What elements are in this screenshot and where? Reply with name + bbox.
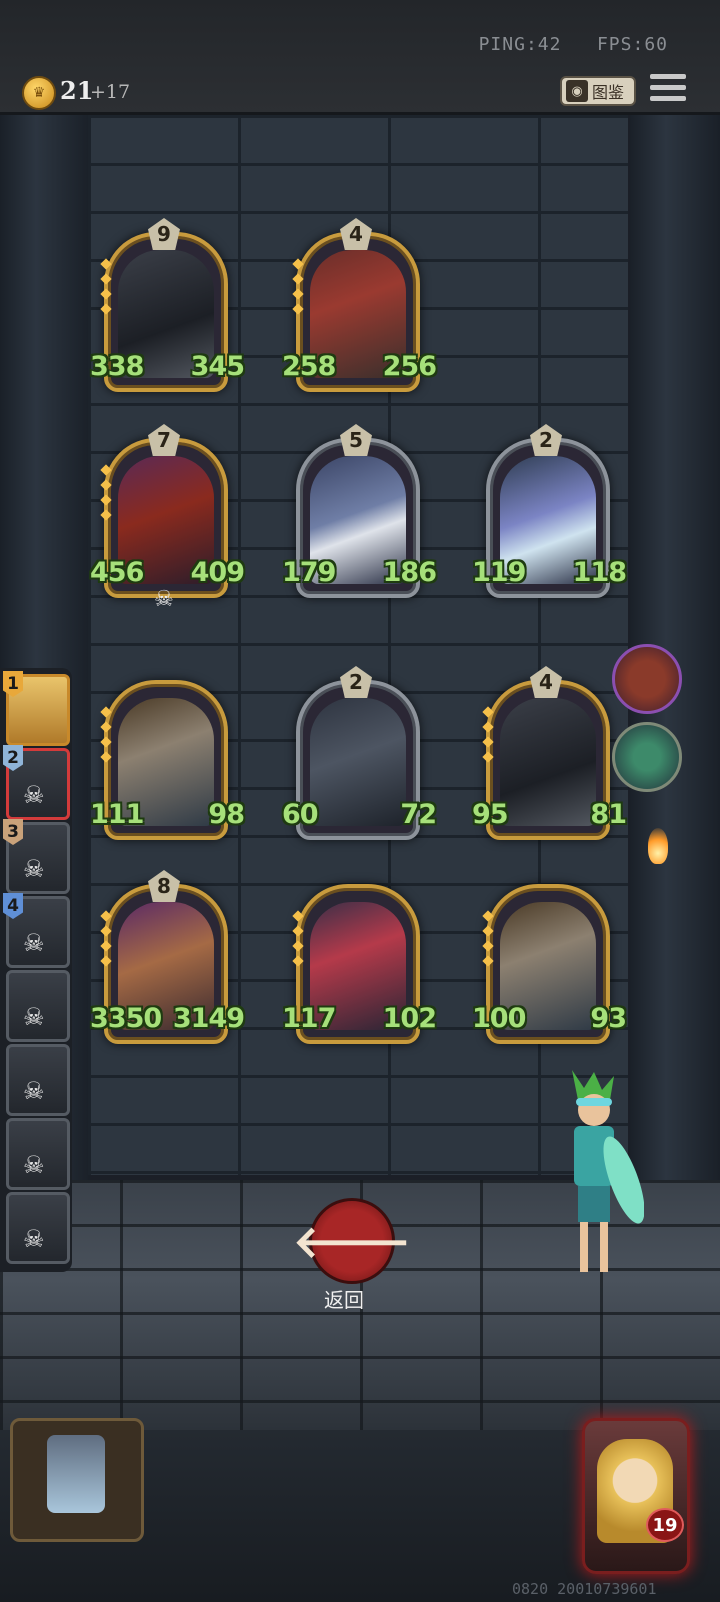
gold-amount: 21	[60, 76, 94, 105]
minion-attack: 338	[90, 351, 144, 382]
minion-card[interactable]: 117 102	[282, 884, 437, 1044]
book-icon: ◉	[566, 80, 588, 102]
player-slot[interactable]: ☠	[6, 1192, 70, 1264]
player-slot[interactable]: ☠ 3	[3, 819, 70, 894]
player-rank-badge: 4	[3, 893, 23, 919]
hero-health-badge: 19	[646, 1508, 684, 1542]
skull-icon: ☠	[23, 1003, 45, 1031]
minion-attack: 95	[472, 799, 509, 830]
minion-card[interactable]: 111 98	[90, 680, 245, 840]
minion-card[interactable]: 7 456 409 ☠	[90, 424, 245, 612]
minion-attack: 100	[472, 1003, 526, 1034]
minion-attack: 258	[282, 351, 336, 382]
golden-pips-icon	[100, 910, 112, 972]
ping-text: PING:42	[478, 34, 562, 55]
skull-icon: ☠	[23, 929, 45, 957]
player-slot[interactable]: ☠	[6, 1118, 70, 1190]
minion-art	[500, 698, 596, 826]
minion-card[interactable]: 8 3350 3149	[90, 870, 245, 1044]
minion-card[interactable]: 2 119 118	[472, 424, 627, 598]
hero-portrait[interactable]	[582, 1418, 690, 1574]
minion-attack: 111	[90, 799, 144, 830]
golden-pips-icon	[482, 910, 494, 972]
minion-card[interactable]: 2 60 72	[282, 666, 437, 840]
minion-card[interactable]: 100 93	[472, 884, 627, 1044]
minion-health: 118	[572, 557, 627, 588]
minion-attack: 3350	[90, 1003, 162, 1034]
torch-flame-icon	[648, 828, 668, 864]
skull-icon: ☠	[154, 587, 174, 612]
player-rank-badge: 3	[3, 819, 23, 845]
hamburger-menu-icon[interactable]	[650, 74, 686, 106]
tavern-hero-slot[interactable]	[10, 1418, 144, 1542]
back-arrow-icon: 🡐	[293, 1217, 411, 1268]
codex-label: 图鉴	[592, 83, 625, 102]
golden-pips-icon	[482, 706, 494, 768]
player-slot[interactable]: ☠ 4	[3, 893, 70, 968]
player-rank-badge: 1	[3, 671, 23, 697]
player-avatar-surfer	[572, 1070, 644, 1272]
minion-card[interactable]: 4 258 256	[282, 218, 437, 392]
minion-health: 409	[190, 557, 245, 588]
opponent-portrait[interactable]	[612, 722, 682, 792]
fps-text: FPS:60	[596, 34, 668, 55]
network-stats: PING:42 FPS:60	[479, 34, 668, 55]
crown-coin-icon: ♛	[22, 76, 56, 110]
back-label: 返回	[324, 1288, 364, 1312]
minion-health: 186	[382, 557, 437, 588]
minion-health: 345	[190, 351, 245, 382]
skull-icon: ☠	[23, 781, 45, 809]
minion-health: 93	[590, 1003, 627, 1034]
golden-pips-icon	[292, 910, 304, 972]
golden-pips-icon	[100, 258, 112, 320]
gold-income: +17	[90, 81, 131, 103]
minion-health: 102	[382, 1003, 437, 1034]
player-slot[interactable]: ☠	[6, 1044, 70, 1116]
skull-icon: ☠	[23, 1077, 45, 1105]
golden-pips-icon	[100, 706, 112, 768]
minion-attack: 179	[282, 557, 336, 588]
minion-art	[310, 698, 406, 826]
minion-attack: 456	[90, 557, 144, 588]
skull-icon: ☠	[23, 855, 45, 883]
skull-icon: ☠	[23, 1225, 45, 1253]
minion-card[interactable]: 5 179 186	[282, 424, 437, 598]
minion-card[interactable]: 9 338 345	[90, 218, 245, 392]
skull-icon: ☠	[23, 1151, 45, 1179]
minion-card[interactable]: 4 95 81	[472, 666, 627, 840]
player-slot[interactable]: 1	[3, 671, 70, 746]
opponent-portrait[interactable]	[612, 644, 682, 714]
minion-health: 81	[590, 799, 627, 830]
minion-health: 256	[382, 351, 437, 382]
minion-attack: 119	[472, 557, 526, 588]
player-slot[interactable]: ☠ 2	[3, 745, 70, 820]
player-slot[interactable]: ☠	[6, 970, 70, 1042]
codex-button[interactable]: ◉ 图鉴	[560, 76, 636, 106]
minion-health: 98	[208, 799, 245, 830]
golden-pips-icon	[100, 464, 112, 526]
minion-attack: 117	[282, 1003, 336, 1034]
build-id: 0820 20010739601	[512, 1580, 657, 1598]
player-list: 1 ☠ 2 ☠ 3 ☠ 4 ☠ ☠ ☠ ☠	[0, 668, 72, 1272]
back-button[interactable]: 🡐	[293, 1198, 411, 1284]
minion-health: 72	[400, 799, 437, 830]
player-rank-badge: 2	[3, 745, 23, 771]
minion-attack: 60	[282, 799, 319, 830]
minion-health: 3149	[172, 1003, 245, 1034]
golden-pips-icon	[292, 258, 304, 320]
